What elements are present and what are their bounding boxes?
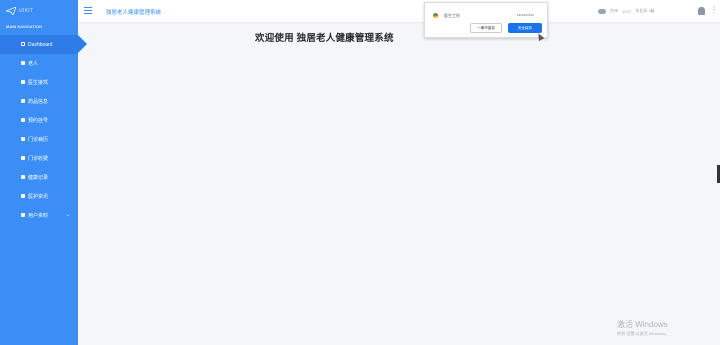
square-icon — [21, 118, 25, 122]
save-password-popup: 医生工作 •••••••••• 一律不保存 安全保存 — [424, 2, 548, 38]
user-card-icon — [21, 213, 25, 217]
paper-plane-icon — [6, 7, 16, 15]
square-icon — [21, 80, 25, 84]
app-title: 独居老人健康管理系统 — [106, 10, 162, 16]
cloud-icon — [21, 175, 25, 179]
home-icon — [21, 42, 25, 46]
list-icon — [21, 99, 25, 103]
sidebar-item-medicine[interactable]: 药品信息 — [0, 92, 78, 111]
sidebar-item-billing[interactable]: 门诊收费 — [0, 149, 78, 168]
sidebar-item-label: 医生接驾 — [28, 80, 49, 86]
logo-text: UIKIT — [19, 8, 34, 14]
watermark-title: 激活 Windows — [617, 320, 668, 329]
sidebar-item-label: 用户资料 — [28, 213, 49, 219]
sidebar-item-elderly[interactable]: 老人 — [0, 54, 78, 73]
sidebar-item-label: Dashboard — [28, 41, 53, 48]
site-name: 医生工作 — [444, 13, 460, 18]
sidebar-nav: Dashboard 老人 医生接驾 药品信息 预约挂号 门诊病历 门诊收费 健康… — [0, 35, 87, 225]
password-mask: •••••••••• — [517, 12, 535, 17]
sidebar-item-label: 药品信息 — [28, 99, 49, 105]
sidebar-item-label: 门诊病历 — [28, 137, 49, 143]
browser-icon — [433, 13, 438, 18]
sidebar-item-records[interactable]: 门诊病历 — [0, 130, 78, 149]
weather-temp: 12.0° — [622, 8, 632, 14]
windows-activation-watermark: 激活 Windows 转到“设置”以激活 Windows。 — [617, 319, 669, 337]
page-title: 欢迎使用 独居老人健康管理系统 — [255, 33, 394, 44]
watermark-subtitle: 转到“设置”以激活 Windows。 — [617, 331, 670, 336]
sidebar-item-label: 健康记录 — [28, 175, 49, 181]
weather-condition: 东北风 3级 — [635, 8, 655, 13]
never-save-button[interactable]: 一律不保存 — [470, 23, 502, 33]
sidebar-item-news[interactable]: 医护资讯 — [0, 187, 78, 206]
sidebar: UIKIT MAIN NAVIGATION Dashboard 老人 医生接驾 … — [0, 0, 87, 345]
top-header: 独居老人健康管理系统 台州 12.0° 东北风 3级 ⋮ — [78, 0, 720, 23]
sidebar-item-label: 门诊收费 — [28, 156, 49, 162]
chevron-down-icon: ⌄ — [65, 212, 70, 218]
logo[interactable]: UIKIT — [0, 0, 78, 22]
cloud-icon — [598, 8, 606, 14]
nav-header: MAIN NAVIGATION — [6, 24, 42, 29]
more-vertical-icon[interactable]: ⋮ — [710, 6, 718, 14]
square-icon — [21, 61, 25, 65]
sidebar-item-label: 预约挂号 — [28, 118, 49, 124]
menu-toggle-icon[interactable] — [84, 7, 92, 14]
sidebar-item-appointment[interactable]: 预约挂号 — [0, 111, 78, 130]
weather-widget: 台州 12.0° 东北风 3级 — [598, 8, 655, 14]
grid-icon — [21, 137, 25, 141]
sidebar-item-dashboard[interactable]: Dashboard — [0, 35, 87, 54]
weather-location: 台州 — [610, 8, 618, 13]
sidebar-item-profile[interactable]: 用户资料 ⌄ — [0, 206, 78, 225]
sidebar-item-health[interactable]: 健康记录 — [0, 168, 78, 187]
save-password-button[interactable]: 安全保存 — [508, 23, 542, 33]
sidebar-item-label: 医护资讯 — [28, 194, 49, 200]
square-icon — [21, 194, 25, 198]
grid-icon — [21, 156, 25, 160]
avatar[interactable] — [698, 7, 705, 15]
sidebar-item-doctor[interactable]: 医生接驾 — [0, 73, 78, 92]
sidebar-item-label: 老人 — [28, 61, 39, 67]
